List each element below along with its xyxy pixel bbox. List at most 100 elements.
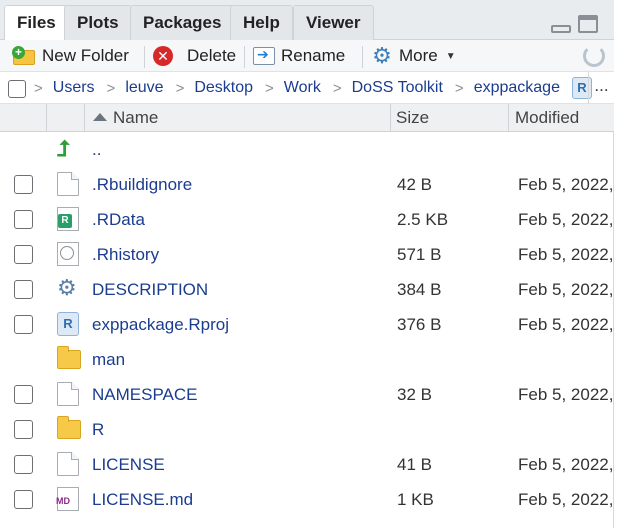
chevron-right-icon: >	[34, 79, 43, 97]
row-checkbox[interactable]	[14, 490, 33, 509]
tab-files[interactable]: Files	[4, 5, 69, 41]
table-row[interactable]: LICENSE 41 B Feb 5, 2022,	[0, 447, 614, 482]
file-modified: Feb 5, 2022,	[518, 280, 614, 299]
chevron-right-icon: >	[454, 79, 464, 97]
file-size: 32 B	[397, 385, 432, 404]
file-size: 376 B	[397, 315, 442, 334]
column-divider	[390, 104, 391, 132]
markdown-icon	[56, 487, 79, 511]
file-list: ⮥ .. .Rbuildignore 42 B Feb 5, 2022, .RD…	[0, 132, 614, 517]
row-checkbox[interactable]	[14, 420, 33, 439]
row-checkbox[interactable]	[14, 455, 33, 474]
name-column-label: Name	[113, 108, 159, 127]
table-row[interactable]: .RData 2.5 KB Feb 5, 2022,	[0, 202, 614, 237]
name-column-header[interactable]: Name	[93, 104, 158, 132]
size-column-header[interactable]: Size	[396, 104, 429, 132]
sort-ascending-icon	[93, 113, 107, 121]
file-modified: Feb 5, 2022,	[518, 385, 614, 404]
parent-directory-row[interactable]: ⮥ ..	[0, 132, 614, 167]
file-size: 384 B	[397, 280, 442, 299]
new-folder-button[interactable]: + New Folder	[12, 43, 129, 69]
tab-packages[interactable]: Packages	[130, 5, 235, 40]
delete-button[interactable]: ✕ Delete	[153, 43, 236, 69]
go-up-icon: ⮥	[57, 136, 70, 161]
table-row[interactable]: LICENSE.md 1 KB Feb 5, 2022,	[0, 482, 614, 517]
breadcrumb-leuve[interactable]: leuve	[125, 79, 163, 97]
more-path-button[interactable]: ...	[588, 72, 614, 104]
file-modified: Feb 5, 2022,	[518, 175, 614, 194]
file-name-link[interactable]: DESCRIPTION	[92, 272, 208, 307]
breadcrumb-work[interactable]: Work	[284, 79, 321, 97]
refresh-icon[interactable]	[583, 45, 605, 67]
file-name-link[interactable]: .Rhistory	[92, 237, 159, 272]
chevron-right-icon: >	[332, 79, 342, 97]
modified-column-header[interactable]: Modified	[515, 104, 579, 132]
breadcrumb-path: > Users > leuve > Desktop > Work > DoSS …	[34, 72, 592, 104]
table-row[interactable]: .Rbuildignore 42 B Feb 5, 2022,	[0, 167, 614, 202]
row-checkbox[interactable]	[14, 385, 33, 404]
table-row[interactable]: .Rhistory 571 B Feb 5, 2022,	[0, 237, 614, 272]
file-icon	[57, 382, 79, 406]
rename-label: Rename	[281, 46, 346, 65]
folder-name-link[interactable]: man	[92, 342, 125, 377]
file-name-link[interactable]: LICENSE	[92, 447, 165, 482]
files-pane: Files Plots Packages Help Viewer + New F…	[0, 0, 614, 528]
folder-icon	[57, 416, 81, 439]
rdata-icon	[57, 207, 79, 231]
folder-name-link[interactable]: R	[92, 412, 104, 447]
table-row[interactable]: R exppackage.Rproj 376 B Feb 5, 2022,	[0, 307, 614, 342]
more-label: More	[399, 46, 438, 65]
row-checkbox[interactable]	[14, 210, 33, 229]
toolbar-divider	[144, 46, 145, 68]
file-name-link[interactable]: LICENSE.md	[92, 482, 193, 517]
file-modified: Feb 5, 2022,	[518, 490, 614, 509]
file-icon	[57, 452, 79, 476]
maximize-pane-icon[interactable]	[578, 15, 598, 33]
row-checkbox[interactable]	[14, 280, 33, 299]
chevron-down-icon: ▼	[445, 50, 456, 62]
parent-directory-link[interactable]: ..	[92, 132, 101, 167]
rename-button[interactable]: Rename	[253, 43, 345, 69]
breadcrumb-desktop[interactable]: Desktop	[194, 79, 253, 97]
gear-icon: ⚙	[372, 43, 392, 68]
column-divider	[46, 104, 47, 132]
file-modified: Feb 5, 2022,	[518, 210, 614, 229]
file-size: 1 KB	[397, 490, 434, 509]
column-divider	[84, 104, 85, 132]
file-name-link[interactable]: exppackage.Rproj	[92, 307, 229, 342]
tab-help[interactable]: Help	[230, 5, 293, 40]
minimize-pane-icon[interactable]	[551, 25, 571, 33]
breadcrumb-exppackage[interactable]: exppackage	[474, 79, 560, 97]
file-name-link[interactable]: .Rbuildignore	[92, 167, 192, 202]
tab-plots[interactable]: Plots	[64, 5, 132, 40]
row-checkbox[interactable]	[14, 315, 33, 334]
tab-viewer[interactable]: Viewer	[293, 5, 374, 40]
file-name-link[interactable]: .RData	[92, 202, 145, 237]
gear-icon: ⚙	[57, 275, 77, 300]
select-all-checkbox[interactable]	[8, 80, 26, 98]
files-toolbar: + New Folder ✕ Delete Rename ⚙ More ▼	[0, 40, 614, 72]
table-row[interactable]: man	[0, 342, 614, 377]
file-size: 2.5 KB	[397, 210, 449, 229]
table-row[interactable]: R	[0, 412, 614, 447]
toolbar-divider	[362, 46, 363, 68]
file-modified: Feb 5, 2022,	[518, 455, 614, 474]
table-row[interactable]: NAMESPACE 32 B Feb 5, 2022,	[0, 377, 614, 412]
row-checkbox[interactable]	[14, 175, 33, 194]
file-modified: Feb 5, 2022,	[518, 245, 614, 264]
file-icon	[57, 172, 79, 196]
delete-label: Delete	[187, 46, 237, 65]
file-name-link[interactable]: NAMESPACE	[92, 377, 198, 412]
rproj-icon: R	[57, 312, 79, 336]
rename-icon	[253, 46, 275, 65]
more-menu-button[interactable]: ⚙ More ▼	[371, 43, 456, 69]
new-folder-icon: +	[12, 46, 36, 66]
file-modified: Feb 5, 2022,	[518, 315, 614, 334]
pane-tab-bar: Files Plots Packages Help Viewer	[0, 0, 614, 41]
toolbar-divider	[244, 46, 245, 68]
folder-icon	[57, 346, 81, 369]
row-checkbox[interactable]	[14, 245, 33, 264]
breadcrumb-doss-toolkit[interactable]: DoSS Toolkit	[352, 79, 443, 97]
table-row[interactable]: ⚙ DESCRIPTION 384 B Feb 5, 2022,	[0, 272, 614, 307]
breadcrumb-users[interactable]: Users	[53, 79, 95, 97]
